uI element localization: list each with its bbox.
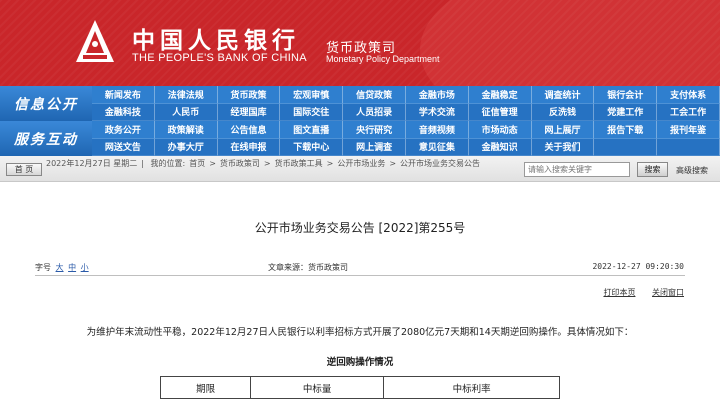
nav-item[interactable]: 学术交流 [405, 103, 469, 121]
search-input[interactable] [524, 162, 630, 177]
header-banner: 中国人民银行 THE PEOPLE'S BANK OF CHINA 货币政策司 … [0, 0, 720, 86]
nav-item[interactable]: 新闻发布 [92, 86, 155, 104]
nav-item[interactable]: 央行研究 [343, 121, 406, 139]
nav-band-service[interactable]: 服务互动 [0, 121, 92, 156]
article-date: 2022-12-27 09:20:30 [592, 262, 684, 271]
nav-item[interactable]: 调查统计 [531, 86, 595, 104]
dept-name-en: Monetary Policy Department [326, 54, 440, 64]
header-volume: 中标量 [250, 376, 385, 399]
breadcrumb-item[interactable]: 货币政策工具 [275, 159, 323, 168]
font-size-small[interactable]: 小 [81, 263, 89, 272]
nav-item[interactable]: 金融稳定 [468, 86, 532, 104]
pboc-logo-icon[interactable] [70, 17, 120, 67]
breadcrumb-bar: 首 页 2022年12月27日 星期二 | 我的位置: 首页 > 货币政策司 > 货币政策工… [0, 156, 720, 182]
breadcrumb-separator: > [209, 159, 216, 168]
header-term: 期限 [159, 376, 252, 399]
breadcrumb: 2022年12月27日 星期二 | 我的位置: 首页 > 货币政策司 > 货币政策工具 > 公开… [46, 158, 522, 182]
location-label: 我的位置: [150, 159, 186, 168]
page-actions: 打印本页 关闭窗口 [589, 287, 684, 298]
nav-item[interactable]: 音频视频 [405, 121, 469, 139]
advanced-search-link[interactable]: 高级搜索 [676, 165, 708, 176]
nav-item[interactable]: 党建工作 [594, 103, 658, 121]
bank-name-cn: 中国人民银行 [132, 27, 300, 54]
nav-item[interactable]: 政策解读 [154, 121, 218, 139]
nav-item[interactable]: 经理国库 [217, 103, 281, 121]
breadcrumb-item[interactable]: 首页 [189, 159, 205, 168]
nav-item[interactable]: 市场动态 [468, 121, 532, 139]
nav-item[interactable]: 报告下载 [594, 121, 658, 139]
font-size-medium[interactable]: 中 [68, 263, 76, 272]
nav-item[interactable]: 法律法规 [154, 86, 218, 104]
article-content: 公开市场业务交易公告 [2022]第255号 字号 大 中 小 文章来源：货币政… [0, 183, 720, 405]
home-button[interactable]: 首 页 [6, 163, 42, 176]
nav-item[interactable]: 网上展厅 [531, 121, 595, 139]
font-size-label: 字号 [35, 263, 51, 272]
nav-item[interactable]: 关于我们 [531, 138, 595, 156]
nav-item[interactable]: 金融知识 [468, 138, 532, 156]
nav-item[interactable]: 下载中心 [280, 138, 344, 156]
print-link[interactable]: 打印本页 [603, 288, 635, 297]
article-title: 公开市场业务交易公告 [2022]第255号 [254, 221, 466, 235]
nav-item[interactable]: 报刊年鉴 [657, 121, 720, 139]
breadcrumb-item[interactable]: 公开市场业务交易公告 [400, 159, 480, 168]
nav-item[interactable]: 金融市场 [405, 86, 469, 104]
nav-item[interactable]: 工会工作 [657, 103, 720, 121]
breadcrumb-separator: > [389, 159, 397, 168]
nav-item[interactable]: 办事大厅 [154, 138, 218, 156]
nav-item[interactable]: 意见征集 [405, 138, 469, 156]
nav-item[interactable]: 银行会计 [594, 86, 658, 104]
bank-name-en: THE PEOPLE'S BANK OF CHINA [132, 52, 307, 64]
breadcrumb-items: 首页 > 货币政策司 > 货币政策工具 > 公开市场业务 > 公开市场业务交易公告 [189, 159, 484, 168]
crumb-divider: | [141, 159, 144, 168]
search-button[interactable]: 搜索 [637, 162, 668, 177]
nav-item[interactable]: 人民币 [154, 103, 218, 121]
nav-item[interactable]: 国际交往 [280, 103, 344, 121]
font-size-large[interactable]: 大 [56, 263, 64, 272]
breadcrumb-separator: > [326, 159, 334, 168]
nav-item[interactable]: 征信管理 [468, 103, 532, 121]
breadcrumb-separator: > [263, 159, 271, 168]
article-paragraph: 为维护年末流动性平稳，2022年12月27日人民银行以利率招标方式开展了2080… [86, 327, 634, 338]
meta-divider [35, 275, 685, 276]
nav-item[interactable]: 在线申报 [217, 138, 281, 156]
header-rate: 中标利率 [383, 376, 560, 399]
nav-item[interactable]: 人员招录 [343, 103, 406, 121]
nav-grid: 新闻发布 法律法规 货币政策 宏观审慎 信贷政策 金融市场 金融稳定 调查统计 银行会计 支付体系… [92, 86, 720, 156]
nav-item[interactable]: 网上调查 [343, 138, 406, 156]
nav-item [657, 138, 720, 156]
table-title: 逆回购操作情况 [326, 357, 394, 368]
main-nav: 信息公开 服务互动 新闻发布 法律法规 货币政策 宏观审慎 信贷政策 金融市场 金融稳定 调查… [0, 86, 720, 156]
nav-band-info[interactable]: 信息公开 [0, 86, 92, 121]
nav-item[interactable]: 反洗钱 [531, 103, 595, 121]
breadcrumb-item[interactable]: 公开市场业务 [337, 159, 385, 168]
nav-item[interactable]: 宏观审慎 [280, 86, 344, 104]
close-window-link[interactable]: 关闭窗口 [652, 288, 684, 297]
nav-item[interactable]: 金融科技 [92, 103, 155, 121]
nav-item[interactable]: 网送文告 [92, 138, 155, 156]
nav-item[interactable]: 支付体系 [657, 86, 720, 104]
table-header-row: 期限 中标量 中标利率 [159, 376, 560, 399]
nav-item[interactable]: 信贷政策 [343, 86, 406, 104]
breadcrumb-item[interactable]: 货币政策司 [220, 159, 260, 168]
nav-item[interactable]: 图文直播 [280, 121, 344, 139]
nav-item [594, 138, 658, 156]
nav-item[interactable]: 政务公开 [92, 121, 155, 139]
nav-item[interactable]: 公告信息 [217, 121, 281, 139]
font-size-controls: 字号 大 中 小 [35, 262, 89, 273]
current-date: 2022年12月27日 星期二 [46, 159, 138, 168]
banner-glow [420, 0, 720, 86]
operations-table: 期限 中标量 中标利率 [159, 376, 560, 399]
nav-item[interactable]: 货币政策 [217, 86, 281, 104]
article-source: 文章来源：货币政策司 [268, 263, 348, 272]
